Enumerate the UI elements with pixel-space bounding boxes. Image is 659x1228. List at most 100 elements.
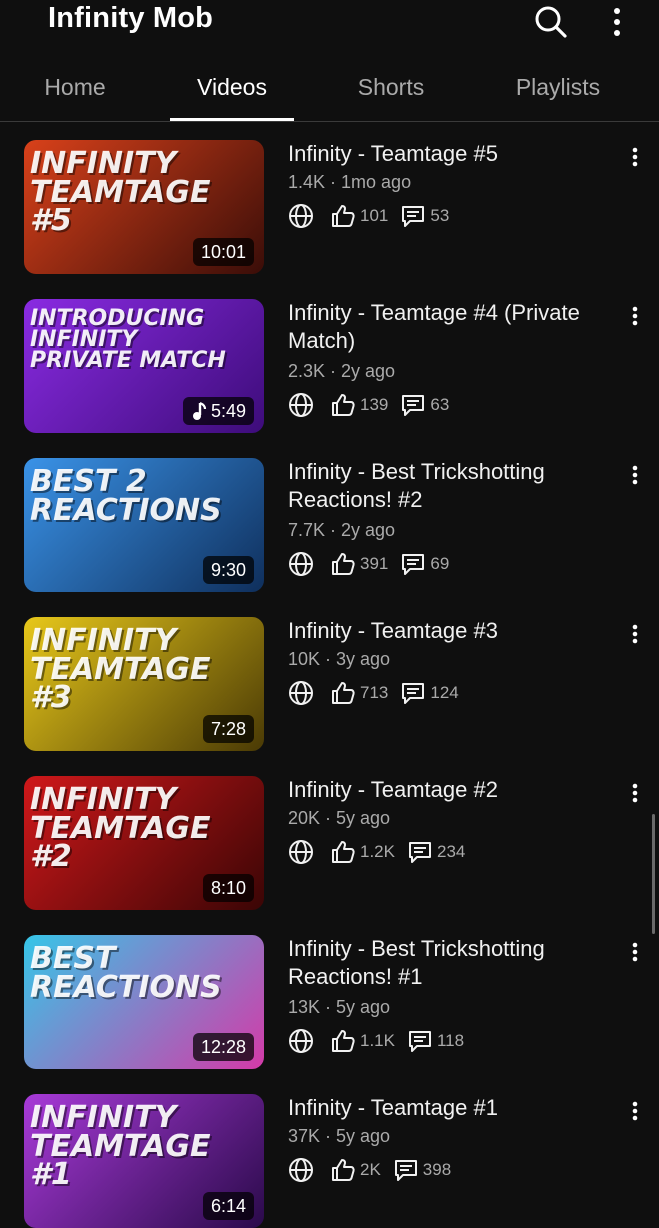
more-vert-icon	[632, 465, 638, 485]
video-meta: 10K · 3y ago	[288, 649, 391, 669]
active-tab-indicator	[170, 118, 294, 121]
thumbnail-overlay-text: BEST 2 REACTIONS	[30, 464, 222, 528]
globe-icon	[288, 680, 314, 706]
channel-tabs: Home Videos Shorts Playlists	[0, 58, 659, 122]
thumbnail-overlay-text: INFINITY TEAMTAGE #1	[30, 1100, 211, 1192]
tab-shorts[interactable]: Shorts	[336, 74, 446, 114]
video-title[interactable]: Infinity - Best Trickshotting Reactions!…	[288, 458, 598, 514]
like-icon	[330, 203, 356, 229]
comment-icon	[400, 203, 426, 229]
duration-text: 6:14	[210, 1196, 246, 1216]
scrollbar[interactable]	[652, 814, 655, 934]
video-thumbnail[interactable]: INFINITY TEAMTAGE #5 10:01	[24, 140, 264, 274]
video-title[interactable]: Infinity - Teamtage #3	[288, 617, 598, 645]
comment-icon	[400, 680, 426, 706]
tab-videos[interactable]: Videos	[170, 74, 294, 114]
more-vert-icon	[632, 147, 638, 167]
globe-icon	[288, 551, 314, 577]
video-meta: 7.7K · 2y ago	[288, 520, 396, 540]
video-more-button[interactable]	[624, 462, 646, 488]
search-icon	[535, 6, 567, 38]
thumbnail-overlay-text: INFINITY TEAMTAGE #5	[30, 146, 211, 238]
comment-icon	[407, 1028, 433, 1054]
video-more-button[interactable]	[624, 621, 646, 647]
like-count: 2K	[360, 1160, 381, 1179]
video-thumbnail[interactable]: INFINITY TEAMTAGE #1 6:14	[24, 1094, 264, 1228]
duration-badge: 6:14	[202, 1192, 254, 1220]
video-item[interactable]: INTRODUCING INFINITY PRIVATE MATCH 5:49 …	[0, 281, 659, 433]
duration-badge: 9:30	[202, 556, 254, 584]
comment-icon	[407, 839, 433, 865]
video-meta: 2.3K · 2y ago	[288, 361, 396, 381]
thumbnail-overlay-text: INFINITY TEAMTAGE #2	[30, 782, 211, 874]
globe-icon	[288, 392, 314, 418]
comment-count: 124	[430, 683, 459, 702]
like-count: 1.2K	[360, 842, 395, 861]
comment-count: 118	[436, 1031, 465, 1050]
tab-playlists[interactable]: Playlists	[498, 74, 618, 114]
duration-text: 7:28	[210, 719, 246, 739]
more-vert-icon	[614, 8, 620, 36]
video-title[interactable]: Infinity - Teamtage #5	[288, 140, 598, 168]
comment-icon	[393, 1157, 419, 1183]
video-stats: 1.1K 118	[288, 1027, 464, 1055]
duration-badge: 10:01	[192, 238, 254, 266]
video-title[interactable]: Infinity - Best Trickshotting Reactions!…	[288, 935, 598, 991]
comment-count: 398	[422, 1160, 452, 1179]
video-stats: 101 53	[288, 202, 449, 230]
video-item[interactable]: BEST 2 REACTIONS 9:30 Infinity - Best Tr…	[0, 440, 659, 592]
music-note-icon	[192, 401, 207, 420]
tab-home[interactable]: Home	[20, 74, 130, 114]
like-count: 139	[360, 395, 389, 414]
video-thumbnail[interactable]: BEST 2 REACTIONS 9:30	[24, 458, 264, 592]
like-icon	[330, 392, 356, 418]
video-title[interactable]: Infinity - Teamtage #2	[288, 776, 598, 804]
like-icon	[330, 1157, 356, 1183]
thumbnail-overlay-text: INFINITY TEAMTAGE #3	[30, 623, 211, 715]
comment-count: 63	[430, 395, 450, 414]
video-stats: 713 124	[288, 679, 459, 707]
video-stats: 2K 398	[288, 1156, 451, 1184]
video-thumbnail[interactable]: INFINITY TEAMTAGE #2 8:10	[24, 776, 264, 910]
video-item[interactable]: INFINITY TEAMTAGE #2 8:10 Infinity - Tea…	[0, 758, 659, 910]
video-item[interactable]: BEST REACTIONS 12:28 Infinity - Best Tri…	[0, 917, 659, 1069]
video-thumbnail[interactable]: BEST REACTIONS 12:28	[24, 935, 264, 1069]
video-more-button[interactable]	[624, 144, 646, 170]
more-vert-icon	[632, 306, 638, 326]
video-more-button[interactable]	[624, 939, 646, 965]
like-count: 391	[360, 554, 389, 573]
duration-text: 10:01	[200, 242, 246, 262]
video-meta: 20K · 5y ago	[288, 808, 391, 828]
video-title[interactable]: Infinity - Teamtage #1	[288, 1094, 598, 1122]
duration-badge: 8:10	[202, 874, 254, 902]
globe-icon	[288, 1157, 314, 1183]
video-more-button[interactable]	[624, 1098, 646, 1124]
comment-icon	[400, 551, 426, 577]
like-icon	[330, 551, 356, 577]
thumbnail-overlay-text: BEST REACTIONS	[30, 941, 222, 1005]
comment-icon	[400, 392, 426, 418]
more-vert-icon	[632, 783, 638, 803]
video-item[interactable]: INFINITY TEAMTAGE #3 7:28 Infinity - Tea…	[0, 599, 659, 751]
search-button[interactable]	[531, 2, 571, 42]
video-thumbnail[interactable]: INFINITY TEAMTAGE #3 7:28	[24, 617, 264, 751]
channel-header: Infinity Mob	[0, 0, 659, 50]
video-more-button[interactable]	[624, 303, 646, 329]
video-meta: 13K · 5y ago	[288, 997, 391, 1017]
video-thumbnail[interactable]: INTRODUCING INFINITY PRIVATE MATCH 5:49	[24, 299, 264, 433]
duration-badge: 7:28	[202, 715, 254, 743]
video-title[interactable]: Infinity - Teamtage #4 (Private Match)	[288, 299, 598, 355]
video-meta: 37K · 5y ago	[288, 1126, 391, 1146]
like-icon	[330, 839, 356, 865]
comment-count: 69	[430, 554, 450, 573]
more-vert-icon	[632, 624, 638, 644]
video-item[interactable]: INFINITY TEAMTAGE #5 10:01 Infinity - Te…	[0, 122, 659, 274]
more-vert-icon	[632, 942, 638, 962]
video-more-button[interactable]	[624, 780, 646, 806]
more-options-button[interactable]	[597, 2, 637, 42]
duration-badge: 12:28	[192, 1033, 254, 1061]
video-item[interactable]: INFINITY TEAMTAGE #1 6:14 Infinity - Tea…	[0, 1076, 659, 1228]
more-vert-icon	[632, 1101, 638, 1121]
globe-icon	[288, 839, 314, 865]
like-count: 1.1K	[360, 1031, 395, 1050]
